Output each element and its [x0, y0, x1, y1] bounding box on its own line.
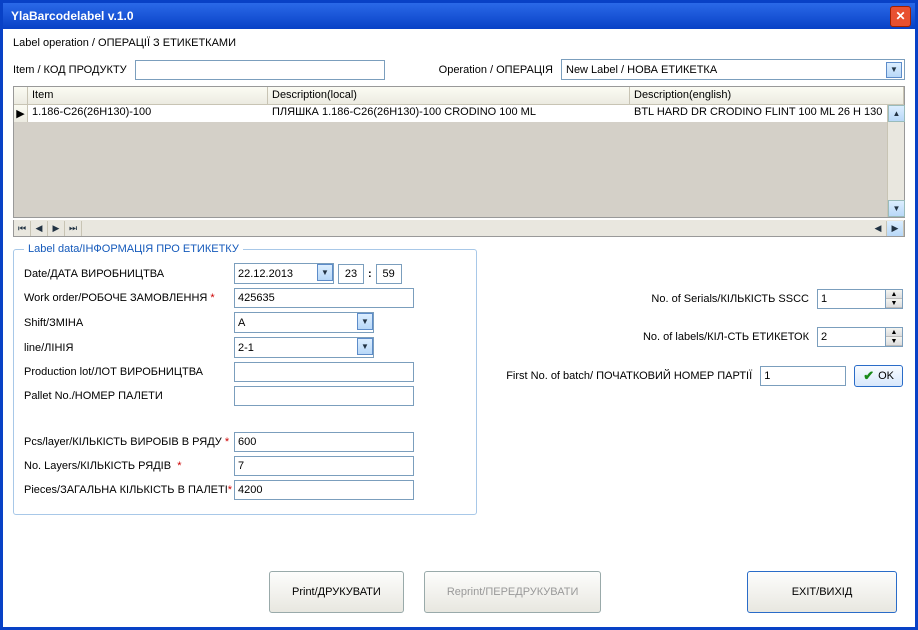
- titlebar: YlaBarcodelabel v.1.0 ✕: [3, 3, 915, 29]
- exit-button[interactable]: EXIT/ВИХІД: [747, 571, 897, 613]
- window-title: YlaBarcodelabel v.1.0: [11, 9, 134, 23]
- cell-desc-local: ПЛЯШКА 1.186-C26(26H130)-100 CRODINO 100…: [268, 105, 630, 122]
- chevron-down-icon: ▼: [357, 338, 373, 355]
- item-grid: Item Description(local) Description(engl…: [13, 86, 905, 218]
- cell-item: 1.186-C26(26H130)-100: [28, 105, 268, 122]
- prod-lot-label: Production lot/ЛОТ ВИРОБНИЦТВА: [24, 366, 234, 378]
- shift-label: Shift/ЗМІНА: [24, 317, 234, 329]
- first-batch-input[interactable]: [760, 366, 846, 386]
- scroll-left-icon[interactable]: ◀: [870, 221, 887, 236]
- spin-up-icon[interactable]: ▲: [886, 328, 902, 337]
- no-layers-input[interactable]: [234, 456, 414, 476]
- pieces-label: Pieces/ЗАГАЛЬНА КІЛЬКІСТЬ В ПАЛЕТІ: [24, 484, 228, 496]
- required-icon: *: [210, 292, 214, 304]
- labels-input[interactable]: [818, 328, 885, 346]
- reprint-button[interactable]: Reprint/ПЕРЕДРУКУВАТИ: [424, 571, 602, 613]
- app-window: YlaBarcodelabel v.1.0 ✕ Label operation …: [0, 0, 918, 630]
- pcs-layer-label: Pcs/layer/КІЛЬКІСТЬ ВИРОБІВ В РЯДУ: [24, 436, 222, 448]
- no-layers-label: No. Layers/КІЛЬКІСТЬ РЯДІВ: [24, 460, 171, 472]
- label-operation-text: Label operation / ОПЕРАЦІЇ З ЕТИКЕТКАМИ: [13, 37, 905, 49]
- operation-value: New Label / НОВА ЕТИКЕТКА: [566, 64, 717, 76]
- grid-body: ▶ 1.186-C26(26H130)-100 ПЛЯШКА 1.186-C26…: [14, 105, 904, 217]
- grid-scrollbar-vertical[interactable]: ▲ ▼: [887, 105, 904, 217]
- scroll-down-icon[interactable]: ▼: [888, 200, 905, 217]
- time-separator-icon: :: [368, 268, 372, 280]
- pallet-no-input[interactable]: [234, 386, 414, 406]
- grid-col-desc-local[interactable]: Description(local): [268, 87, 630, 104]
- spinner-buttons[interactable]: ▲▼: [885, 328, 902, 346]
- serials-input[interactable]: [818, 290, 885, 308]
- line-select[interactable]: 2-1 ▼: [234, 337, 374, 358]
- grid-col-desc-en[interactable]: Description(english): [630, 87, 904, 104]
- spin-up-icon[interactable]: ▲: [886, 290, 902, 299]
- close-button[interactable]: ✕: [890, 6, 911, 27]
- spin-down-icon[interactable]: ▼: [886, 337, 902, 346]
- grid-row[interactable]: ▶ 1.186-C26(26H130)-100 ПЛЯШКА 1.186-C26…: [14, 105, 904, 122]
- nav-prev-icon[interactable]: ◀: [31, 221, 48, 236]
- scroll-up-icon[interactable]: ▲: [888, 105, 905, 122]
- pcs-layer-input[interactable]: [234, 432, 414, 452]
- scroll-right-icon[interactable]: ▶: [887, 221, 904, 236]
- work-order-input[interactable]: [234, 288, 414, 308]
- spin-down-icon[interactable]: ▼: [886, 299, 902, 308]
- item-label: Item / КОД ПРОДУКТУ: [13, 64, 127, 76]
- minute-input[interactable]: [376, 264, 402, 284]
- check-icon: ✔: [863, 368, 874, 384]
- line-label: line/ЛІНІЯ: [24, 342, 234, 354]
- item-input[interactable]: [135, 60, 385, 80]
- spinner-buttons[interactable]: ▲▼: [885, 290, 902, 308]
- nav-next-icon[interactable]: ▶: [48, 221, 65, 236]
- pallet-no-label: Pallet No./НОМЕР ПАЛЕТИ: [24, 390, 234, 402]
- prod-lot-input[interactable]: [234, 362, 414, 382]
- date-label: Date/ДАТА ВИРОБНИЦТВА: [24, 268, 234, 280]
- cell-desc-en: BTL HARD DR CRODINO FLINT 100 ML 26 H 13…: [630, 105, 904, 122]
- shift-select[interactable]: A ▼: [234, 312, 374, 333]
- grid-col-item[interactable]: Item: [28, 87, 268, 104]
- fieldset-legend: Label data/ІНФОРМАЦІЯ ПРО ЕТИКЕТКУ: [24, 243, 243, 255]
- nav-first-icon[interactable]: ⏮: [14, 221, 31, 236]
- chevron-down-icon: ▼: [886, 62, 902, 78]
- grid-header: Item Description(local) Description(engl…: [14, 87, 904, 105]
- required-icon: *: [177, 460, 181, 472]
- hour-input[interactable]: [338, 264, 364, 284]
- right-column: No. of Serials/КІЛЬКІСТЬ SSCC ▲▼ No. of …: [503, 289, 903, 405]
- serials-spinner[interactable]: ▲▼: [817, 289, 903, 309]
- operation-label: Operation / ОПЕРАЦІЯ: [439, 64, 553, 76]
- pieces-input[interactable]: [234, 480, 414, 500]
- label-data-fieldset: Label data/ІНФОРМАЦІЯ ПРО ЕТИКЕТКУ Date/…: [13, 243, 477, 515]
- first-batch-label: First No. of batch/ ПОЧАТКОВИЙ НОМЕР ПАР…: [506, 370, 752, 382]
- labels-count-label: No. of labels/КІЛ-СТЬ ЕТИКЕТОК: [643, 331, 809, 343]
- operation-select[interactable]: New Label / НОВА ЕТИКЕТКА ▼: [561, 59, 905, 80]
- labels-spinner[interactable]: ▲▼: [817, 327, 903, 347]
- content-area: Label operation / ОПЕРАЦІЇ З ЕТИКЕТКАМИ …: [3, 29, 915, 627]
- close-icon: ✕: [895, 9, 905, 23]
- grid-navigator: ⏮ ◀ ▶ ⏭ ◀ ▶: [13, 220, 905, 237]
- required-icon: *: [228, 484, 232, 496]
- row-indicator-icon: ▶: [14, 105, 28, 122]
- bottom-button-bar: Print/ДРУКУВАТИ Reprint/ПЕРЕДРУКУВАТИ EX…: [3, 571, 915, 613]
- work-order-label: Work order/РОБОЧЕ ЗАМОВЛЕННЯ: [24, 292, 207, 304]
- date-select[interactable]: 22.12.2013 ▼: [234, 263, 334, 284]
- chevron-down-icon: ▼: [357, 313, 373, 330]
- print-button[interactable]: Print/ДРУКУВАТИ: [269, 571, 404, 613]
- required-icon: *: [225, 436, 229, 448]
- grid-row-selector-header: [14, 87, 28, 104]
- chevron-down-icon: ▼: [317, 264, 333, 281]
- ok-button[interactable]: ✔ OK: [854, 365, 903, 387]
- nav-last-icon[interactable]: ⏭: [65, 221, 82, 236]
- serials-label: No. of Serials/КІЛЬКІСТЬ SSCC: [651, 293, 809, 305]
- ok-label: OK: [878, 370, 894, 382]
